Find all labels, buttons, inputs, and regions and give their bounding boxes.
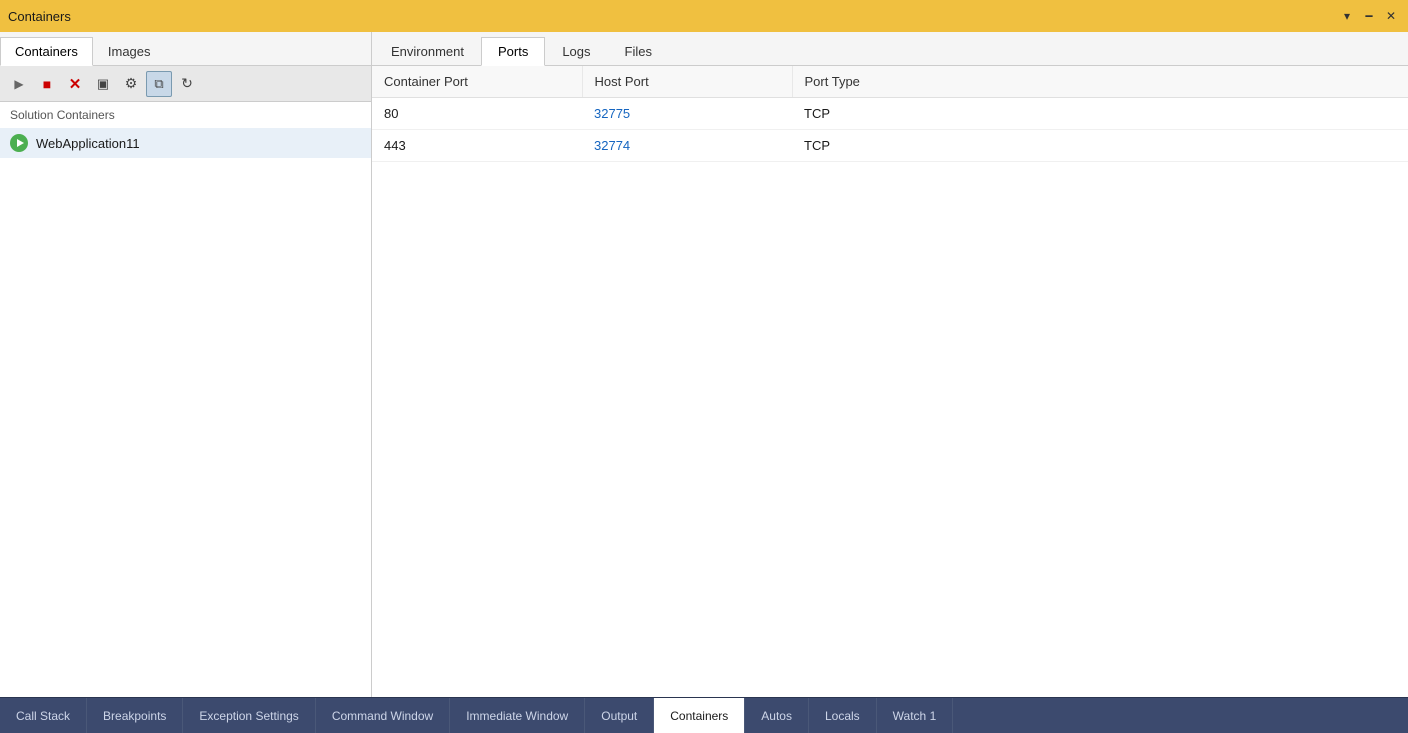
bottom-tab-containers[interactable]: Containers	[654, 698, 745, 733]
col-header-host-port: Host Port	[582, 66, 792, 98]
bottom-tab-locals[interactable]: Locals	[809, 698, 877, 733]
section-header-solution-containers: Solution Containers	[0, 102, 371, 128]
tab-ports[interactable]: Ports	[481, 37, 545, 66]
close-button[interactable]: ✕	[1382, 7, 1400, 25]
title-bar-controls: ▾ 🗕 ✕	[1338, 7, 1400, 25]
settings-button[interactable]: ⚙	[118, 71, 144, 97]
ports-content: Container Port Host Port Port Type 80 32…	[372, 66, 1408, 162]
bottom-tab-output[interactable]: Output	[585, 698, 654, 733]
container-list: Solution Containers WebApplication11	[0, 102, 371, 697]
col-header-port-type: Port Type	[792, 66, 1408, 98]
stop-button[interactable]: ■	[34, 71, 60, 97]
tab-logs[interactable]: Logs	[545, 37, 607, 66]
table-row: 80 32775 TCP	[372, 98, 1408, 130]
start-button[interactable]: ▶	[6, 71, 32, 97]
left-panel: Containers Images ▶ ■ ✕ ▣ ⚙ ⧉ ↻ Solution…	[0, 32, 372, 697]
main-area: Containers Images ▶ ■ ✕ ▣ ⚙ ⧉ ↻ Solution…	[0, 32, 1408, 697]
table-row: 443 32774 TCP	[372, 130, 1408, 162]
right-tabs: Environment Ports Logs Files	[372, 32, 1408, 66]
bottom-tab-command-window[interactable]: Command Window	[316, 698, 450, 733]
cell-host-port-1[interactable]: 32775	[582, 98, 792, 130]
bottom-tab-immediate-window[interactable]: Immediate Window	[450, 698, 585, 733]
cell-host-port-2[interactable]: 32774	[582, 130, 792, 162]
kill-button[interactable]: ✕	[62, 71, 88, 97]
cell-container-port-1: 80	[372, 98, 582, 130]
tab-files[interactable]: Files	[608, 37, 669, 66]
left-tabs: Containers Images	[0, 32, 371, 66]
title-bar: Containers ▾ 🗕 ✕	[0, 0, 1408, 32]
cell-port-type-1: TCP	[792, 98, 1408, 130]
right-panel: Environment Ports Logs Files Container P…	[372, 32, 1408, 697]
bottom-tab-exception-settings[interactable]: Exception Settings	[183, 698, 315, 733]
terminal-button[interactable]: ▣	[90, 71, 116, 97]
tab-containers[interactable]: Containers	[0, 37, 93, 66]
list-item[interactable]: WebApplication11	[0, 128, 371, 158]
refresh-button[interactable]: ↻	[174, 71, 200, 97]
bottom-tab-watch-1[interactable]: Watch 1	[877, 698, 954, 733]
minimize-button[interactable]: 🗕	[1360, 7, 1378, 25]
bottom-tab-call-stack[interactable]: Call Stack	[0, 698, 87, 733]
bottom-tab-autos[interactable]: Autos	[745, 698, 809, 733]
tab-environment[interactable]: Environment	[374, 37, 481, 66]
tab-images[interactable]: Images	[93, 37, 166, 66]
ports-table: Container Port Host Port Port Type 80 32…	[372, 66, 1408, 162]
col-header-container-port: Container Port	[372, 66, 582, 98]
toolbar: ▶ ■ ✕ ▣ ⚙ ⧉ ↻	[0, 66, 371, 102]
cell-port-type-2: TCP	[792, 130, 1408, 162]
window-title: Containers	[8, 9, 71, 24]
dropdown-button[interactable]: ▾	[1338, 7, 1356, 25]
bottom-tab-breakpoints[interactable]: Breakpoints	[87, 698, 183, 733]
running-icon	[10, 134, 28, 152]
copy-button[interactable]: ⧉	[146, 71, 172, 97]
container-name: WebApplication11	[36, 136, 140, 151]
bottom-bar: Call Stack Breakpoints Exception Setting…	[0, 697, 1408, 733]
cell-container-port-2: 443	[372, 130, 582, 162]
